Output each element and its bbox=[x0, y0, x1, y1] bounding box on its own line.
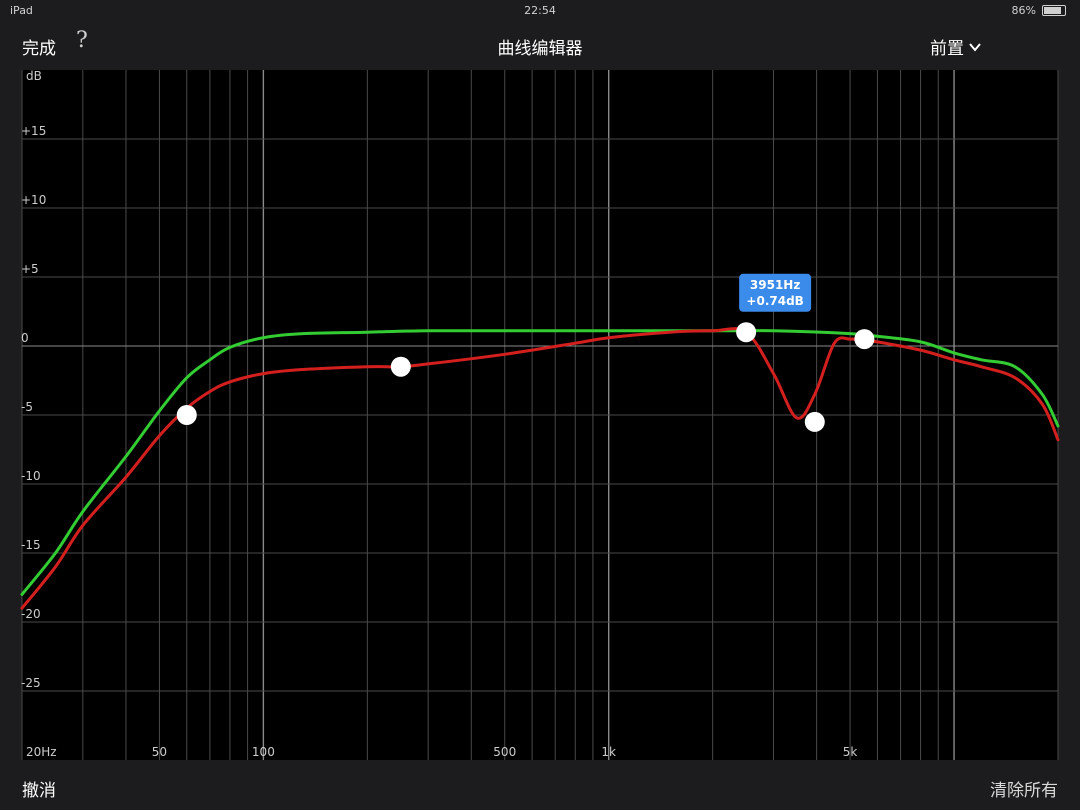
status-time: 22:54 bbox=[524, 4, 556, 17]
bottom-bar: 撤消 清除所有 bbox=[0, 764, 1080, 810]
y-tick-label: -15 bbox=[21, 538, 41, 552]
status-right: 86% bbox=[1012, 4, 1066, 17]
y-tick-label: +15 bbox=[21, 124, 46, 138]
y-tick-label: -20 bbox=[21, 607, 41, 621]
eq-control-point[interactable] bbox=[736, 322, 757, 343]
clear-all-button[interactable]: 清除所有 bbox=[990, 776, 1058, 801]
x-tick-label: 20Hz bbox=[26, 745, 57, 759]
y-tick-label: -10 bbox=[21, 469, 41, 483]
eq-control-point[interactable] bbox=[390, 356, 411, 377]
eq-control-point[interactable] bbox=[804, 411, 825, 432]
battery-icon bbox=[1042, 5, 1066, 16]
eq-curve-chart[interactable]: dB +15 +10 +5 0 -5 -10 -15 -20 -25 20Hz 50 100 500 1k 5… bbox=[0, 66, 1080, 764]
y-axis-unit: dB bbox=[26, 69, 42, 83]
preset-dropdown[interactable]: 前置 bbox=[930, 34, 982, 59]
chevron-down-icon bbox=[969, 42, 981, 52]
y-tick-label: -25 bbox=[21, 676, 41, 690]
x-tick-label: 100 bbox=[252, 745, 275, 759]
tooltip-frequency: 3951Hz bbox=[750, 278, 800, 292]
eq-control-point[interactable] bbox=[176, 405, 197, 425]
eq-control-point[interactable] bbox=[854, 329, 875, 350]
nav-bar: 完成 ? 曲线编辑器 前置 bbox=[0, 22, 1080, 66]
preset-label: 前置 bbox=[930, 39, 964, 59]
x-tick-label: 5k bbox=[843, 745, 858, 759]
status-bar: iPad 22:54 86% bbox=[0, 0, 1080, 22]
battery-percentage: 86% bbox=[1011, 4, 1036, 17]
x-tick-label: 50 bbox=[152, 745, 167, 759]
x-tick-label: 500 bbox=[493, 745, 516, 759]
x-tick-label: 1k bbox=[601, 745, 616, 759]
y-tick-label: +10 bbox=[21, 193, 46, 207]
undo-button[interactable]: 撤消 bbox=[22, 776, 56, 801]
y-tick-label: 0 bbox=[21, 331, 29, 345]
y-tick-label: +5 bbox=[21, 262, 39, 276]
page-title: 曲线编辑器 bbox=[497, 39, 583, 59]
tooltip-gain: +0.74dB bbox=[746, 294, 803, 308]
y-tick-label: -5 bbox=[21, 400, 33, 414]
eq-chart-svg[interactable]: dB +15 +10 +5 0 -5 -10 -15 -20 -25 20Hz 50 100 500 1k 5… bbox=[0, 66, 1080, 764]
